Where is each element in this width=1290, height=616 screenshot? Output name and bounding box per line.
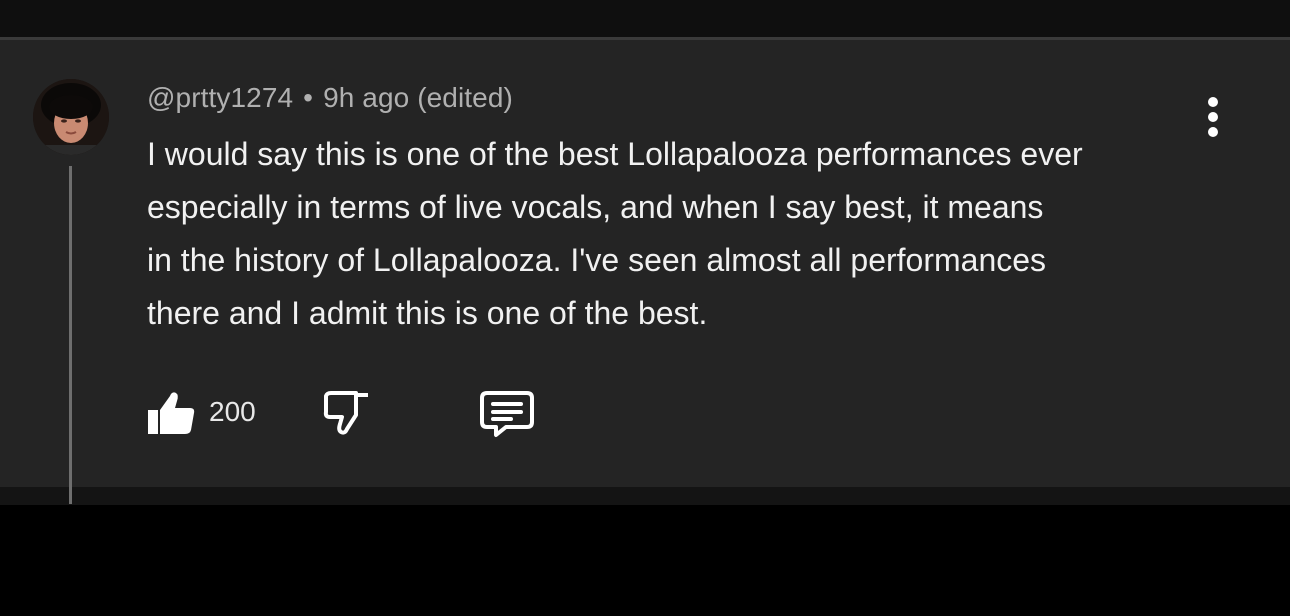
more-options-button[interactable] [1198, 94, 1228, 140]
comment-line: in the history of Lollapalooza. I've see… [147, 242, 1047, 278]
comment-reply-icon [480, 391, 534, 437]
reply-button[interactable] [478, 388, 536, 440]
dislike-button[interactable] [322, 388, 374, 438]
more-vertical-icon [1208, 97, 1218, 107]
author-name[interactable]: @prtty1274 [147, 82, 293, 113]
meta-separator: • [303, 82, 314, 113]
more-vertical-icon-dot [1208, 127, 1218, 137]
top-band [0, 0, 1290, 37]
avatar[interactable] [33, 79, 109, 155]
thumbs-down-icon [323, 391, 368, 435]
thumbs-up-icon [148, 392, 195, 434]
comment-header: @prtty1274 • 9h ago (edited) [147, 82, 513, 114]
bottom-strip [0, 487, 1290, 505]
like-button[interactable] [146, 388, 198, 438]
more-vertical-icon-dot [1208, 112, 1218, 122]
comment-line: there and I admit this is one of the bes… [147, 295, 708, 331]
thread-line [69, 166, 72, 504]
comment-timestamp: 9h ago (edited) [323, 82, 513, 113]
comment-line: especially in terms of live vocals, and … [147, 189, 1044, 225]
comment-line: I would say this is one of the best Loll… [147, 136, 1083, 172]
comment-body: I would say this is one of the best Loll… [147, 128, 1207, 340]
like-count: 200 [209, 396, 256, 427]
avatar-image [33, 79, 109, 155]
